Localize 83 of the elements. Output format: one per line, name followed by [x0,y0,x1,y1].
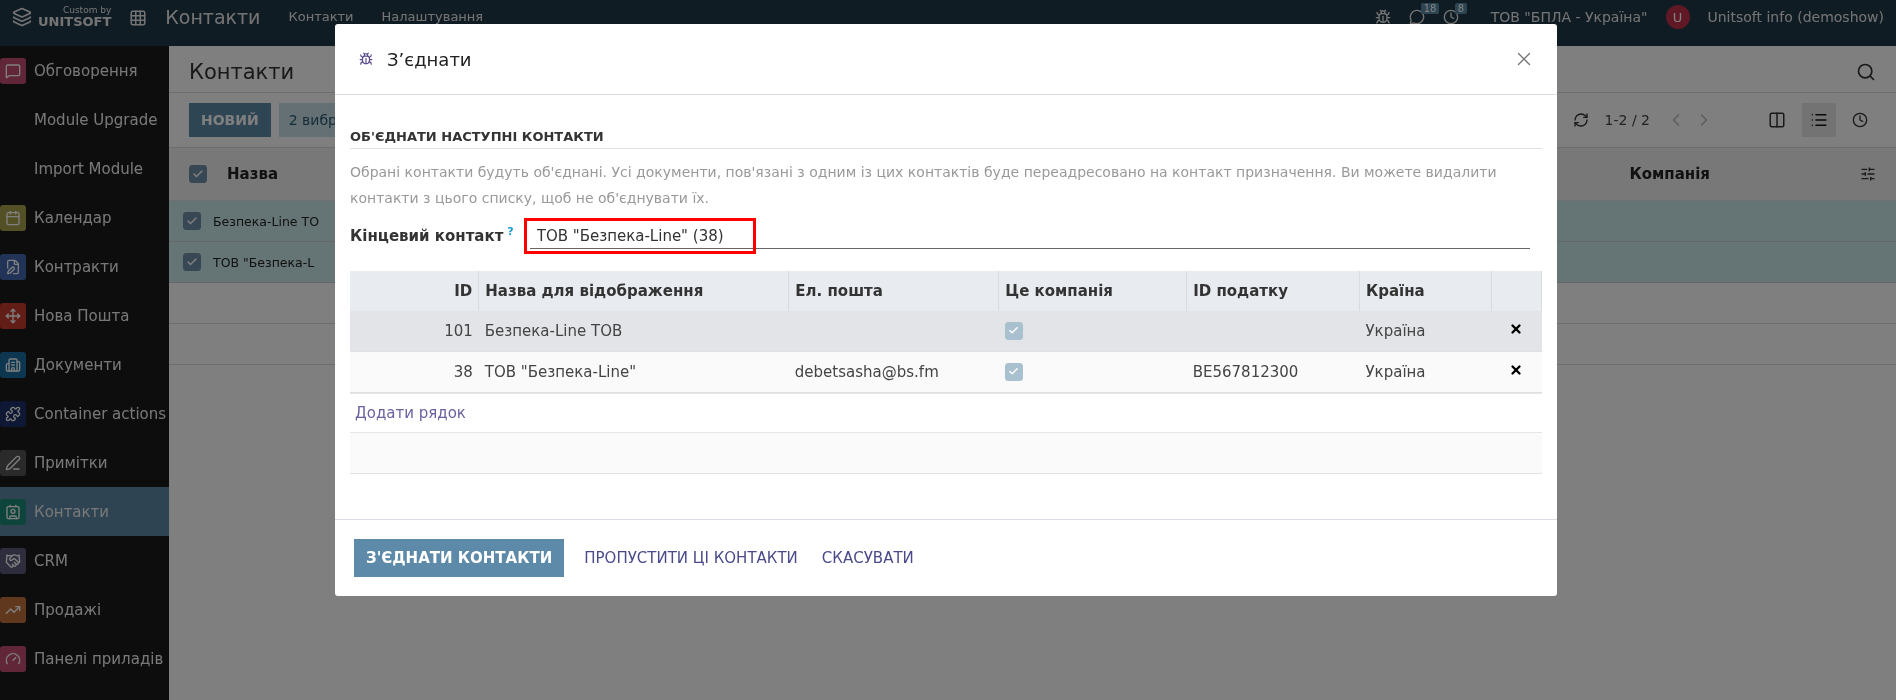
apps-menu-icon[interactable] [129,9,148,27]
table-row[interactable]: 38 ТОВ "Безпека-Line" debetsasha@bs.fm BE567812300 Україна [350,351,1542,393]
app-icon [0,351,26,378]
app-icon [0,547,26,574]
chat-icon[interactable] [1408,9,1425,25]
text-button[interactable]: ПРОПУСТИТИ ЦІ КОНТАКТИ [580,539,802,577]
sidebar-item[interactable]: Продажі [0,585,169,634]
user-menu[interactable]: Unitsoft info (demoshow) [1707,0,1884,34]
pager: 1-2 / 2 [1604,112,1650,128]
sidebar-item[interactable]: Календар [0,193,169,242]
sidebar-item[interactable]: Контракти [0,242,169,291]
sidebar-item[interactable]: Примітки [0,438,169,487]
logo-caption: Custom by [61,6,112,15]
destination-contact-field[interactable]: ТОВ "Безпека-Line" (38) [523,218,756,254]
check-icon [186,215,198,227]
app-icon [0,449,26,476]
table-cell: 101 [350,311,479,352]
sidebar-item[interactable]: Контакти [0,487,169,536]
user-avatar[interactable]: U [1665,5,1690,29]
table-cell: Безпека-Line ТОВ [478,311,789,352]
row-checkbox[interactable] [183,212,201,230]
activity-count: 8 [1454,3,1468,14]
section-title: ОБ'ЄДНАТИ НАСТУПНІ КОНТАКТИ [350,129,1542,149]
dialog-title: З’єднати [387,48,473,70]
app-icon [0,498,26,525]
column-header: ID податку [1186,271,1360,311]
bug-icon[interactable] [1374,9,1391,25]
table-cell: BE567812300 [1192,363,1299,381]
table-cell: 38 [350,351,479,393]
kanban-view-icon[interactable] [1768,111,1786,129]
chat-count: 18 [1420,3,1440,14]
field-label: Кінцевий контакт $^{?}$ [350,225,514,247]
column-header: Країна [1359,271,1492,311]
table-cell: Україна [1359,311,1492,352]
app-title: Контакти [165,5,261,30]
merge-button[interactable]: З'ЄДНАТИ КОНТАКТИ [354,539,565,577]
description: Обрані контакти будуть об'єднані. Усі документи, пов'язані з одним із цих контактів буде переадресовано на контакт призначення. Ви можете видалити контакти з цього списку, щоб не об'єднувати їх. [350,163,1498,208]
logo-text: UNITSOFT [38,15,112,28]
sidebar-item[interactable]: Обговорення [0,46,169,95]
delete-button[interactable] [1509,322,1524,336]
table-cell: ТОВ "Безпека-L [213,254,315,270]
column-header: Це компанія [998,271,1187,311]
company-switcher[interactable]: ТОВ "БПЛА - Україна" [1490,0,1648,34]
sidebar-item[interactable]: Документи [0,340,169,389]
column-header: ID [350,271,479,311]
new-button[interactable]: НОВИЙ [189,103,271,137]
bug-icon [359,52,373,66]
column-header: Назва для відображення [478,271,789,311]
app-icon [0,57,26,84]
delete-button[interactable] [1509,363,1524,377]
logo-icon [12,7,32,27]
select-all-checkbox[interactable] [189,165,207,183]
table-cell: Україна [1359,351,1492,393]
list-icon [1810,111,1828,129]
check-icon [186,256,198,268]
column-header: Ел. пошта [788,271,999,311]
row-checkbox[interactable] [183,253,201,271]
column-header[interactable]: Назва [227,165,278,183]
sidebar-item[interactable]: Панелі приладів [0,634,169,683]
search-icon[interactable] [1856,62,1876,82]
check-icon [192,168,204,180]
sidebar-item[interactable]: Module Upgrade [0,95,169,144]
app-icon [0,204,26,231]
sidebar-item[interactable]: Container actions [0,389,169,438]
table-cell: ТОВ "Безпека-Line" [478,351,789,393]
sidebar-item[interactable]: Нова Пошта [0,291,169,340]
list-view-button[interactable] [1802,103,1836,137]
table-cell: debetsasha@bs.fm [794,363,939,381]
settings-icon[interactable] [1860,166,1876,182]
app-icon [0,645,26,672]
app-icon [0,596,26,623]
sidebar-item[interactable]: Import Module [0,144,169,193]
refresh-icon[interactable] [1572,112,1589,128]
app-icon [0,302,26,329]
column-header[interactable]: Компанія [1629,165,1710,183]
add-line-link[interactable]: Додати рядок [350,394,471,432]
table-cell: Безпека-Line ТО [213,213,319,229]
text-button[interactable]: СКАСУВАТИ [817,539,918,577]
app-icon [0,253,26,280]
sidebar-item[interactable]: CRM [0,536,169,585]
page-title: Контакти [189,60,295,84]
menu-item[interactable]: Контакти [288,0,354,34]
app-icon [0,400,26,427]
